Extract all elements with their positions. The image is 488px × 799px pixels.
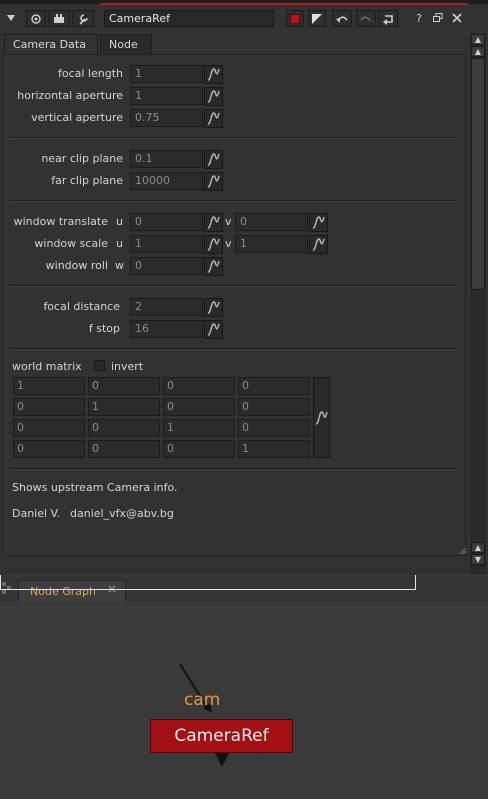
focal-distance-input[interactable]: 2: [130, 298, 203, 316]
focal-length-input[interactable]: 1: [130, 65, 203, 83]
matrix-cell[interactable]: 0: [163, 398, 235, 416]
animation-curve-icon[interactable]: [204, 235, 223, 254]
focal-distance-label: focal distance: [43, 300, 120, 313]
axis-u-label: u: [116, 237, 123, 250]
axis-w-label: w: [115, 259, 124, 272]
panel-scrollbar[interactable]: ▲ ▲ ▲ ▼: [470, 34, 486, 574]
animation-curve-icon[interactable]: [204, 172, 223, 191]
horizontal-aperture-label: horizontal aperture: [17, 89, 123, 102]
node-output-arrow-icon[interactable]: [215, 753, 229, 769]
resize-grip-icon[interactable]: [458, 545, 467, 555]
window-scale-u-input[interactable]: 1: [130, 235, 203, 253]
info-text: Shows upstream Camera info.: [12, 481, 178, 494]
far-clip-label: far clip plane: [51, 174, 123, 187]
redo-icon[interactable]: [356, 10, 376, 27]
axis-v-label: v: [225, 237, 232, 250]
revert-icon[interactable]: [378, 10, 398, 27]
vertical-aperture-input[interactable]: 0.75: [130, 109, 203, 127]
animation-curve-icon[interactable]: [309, 213, 328, 232]
invert-label: invert: [111, 360, 144, 373]
window-roll-input[interactable]: 0: [130, 257, 203, 275]
window-scale-v-input[interactable]: 1: [235, 235, 308, 253]
matrix-cell[interactable]: 0: [238, 398, 310, 416]
matrix-cell[interactable]: 0: [238, 377, 310, 395]
scroll-down-icon[interactable]: ▼: [471, 554, 485, 565]
tab-label: Node: [109, 38, 138, 51]
horizontal-aperture-input[interactable]: 1: [130, 87, 203, 105]
divider: [10, 137, 456, 139]
plugin-icon[interactable]: [48, 10, 70, 27]
matrix-cell[interactable]: 0: [238, 419, 310, 437]
node-input-label: cam: [184, 690, 221, 710]
window-roll-label: window roll: [45, 259, 108, 272]
animation-curve-icon[interactable]: [204, 298, 223, 317]
animation-curve-icon[interactable]: [309, 235, 328, 254]
author-email: daniel_vfx@abv.bg: [70, 507, 174, 520]
close-icon[interactable]: [448, 9, 466, 27]
focal-length-label: focal length: [57, 67, 123, 80]
animation-curve-icon[interactable]: [204, 213, 223, 232]
matrix-cell[interactable]: 1: [88, 398, 160, 416]
animation-curve-icon[interactable]: [204, 150, 223, 169]
scroll-up-icon[interactable]: ▲: [471, 542, 485, 553]
animation-curve-icon[interactable]: [204, 65, 223, 84]
matrix-cell[interactable]: 0: [13, 440, 85, 458]
near-clip-label: near clip plane: [41, 152, 123, 165]
animation-curve-icon[interactable]: [204, 320, 223, 339]
tab-node[interactable]: Node: [100, 34, 152, 54]
window-scale-label: window scale: [34, 237, 108, 250]
matrix-cell[interactable]: 0: [13, 398, 85, 416]
matrix-cell[interactable]: 1: [163, 419, 235, 437]
scroll-thumb[interactable]: [471, 58, 485, 290]
gradient-color-icon[interactable]: [308, 10, 326, 27]
f-stop-input[interactable]: 16: [130, 320, 203, 338]
animation-curve-icon[interactable]: [204, 87, 223, 106]
matrix-cell[interactable]: 0: [88, 440, 160, 458]
matrix-cell[interactable]: 1: [238, 440, 310, 458]
invert-checkbox[interactable]: [94, 360, 105, 371]
animation-curve-icon[interactable]: [204, 109, 223, 128]
author-name: Daniel V.: [12, 507, 61, 520]
scroll-top-icon[interactable]: ▲: [471, 34, 485, 45]
divider: [10, 348, 456, 350]
tab-camera-data[interactable]: Camera Data: [4, 34, 98, 55]
matrix-cell[interactable]: 0: [88, 377, 160, 395]
float-window-icon[interactable]: [429, 9, 447, 27]
far-clip-input[interactable]: 10000: [130, 172, 203, 190]
input-edge: [179, 663, 212, 713]
eye-icon[interactable]: [26, 10, 46, 27]
animation-curve-icon[interactable]: [313, 377, 330, 458]
collapse-arrow-icon[interactable]: [2, 9, 20, 27]
f-stop-label: f stop: [88, 322, 120, 335]
axis-v-label: v: [225, 215, 232, 228]
node-name-input[interactable]: CameraRef: [104, 10, 274, 27]
matrix-cell[interactable]: 0: [163, 440, 235, 458]
window-translate-v-input[interactable]: 0: [235, 213, 308, 231]
animation-curve-icon[interactable]: [204, 257, 223, 276]
matrix-cell[interactable]: 0: [13, 419, 85, 437]
world-matrix-label: world matrix: [12, 360, 82, 373]
tab-label: Camera Data: [13, 38, 86, 51]
divider: [10, 285, 456, 287]
properties-panel: CameraRef ? Camera Data Node focal lengt…: [0, 0, 488, 575]
help-icon[interactable]: ?: [410, 9, 428, 27]
axis-u-label: u: [116, 215, 123, 228]
near-clip-input[interactable]: 0.1: [130, 150, 203, 168]
undo-icon[interactable]: [332, 10, 352, 27]
wrench-icon[interactable]: [72, 10, 94, 27]
matrix-cell[interactable]: 0: [88, 419, 160, 437]
divider: [10, 200, 456, 202]
scroll-up-icon[interactable]: ▲: [471, 46, 485, 57]
window-translate-label: window translate: [13, 215, 108, 228]
divider: [10, 468, 456, 470]
matrix-cell[interactable]: 0: [163, 377, 235, 395]
panel-header: CameraRef ?: [0, 6, 488, 32]
matrix-cell[interactable]: 1: [13, 377, 85, 395]
camera-ref-node[interactable]: CameraRef: [150, 719, 293, 753]
panel-title-strip: [0, 0, 488, 5]
drop-highlight-frame: [0, 575, 416, 590]
vertical-aperture-label: vertical aperture: [31, 111, 123, 124]
window-translate-u-input[interactable]: 0: [130, 213, 203, 231]
node-color-icon[interactable]: [286, 10, 304, 27]
